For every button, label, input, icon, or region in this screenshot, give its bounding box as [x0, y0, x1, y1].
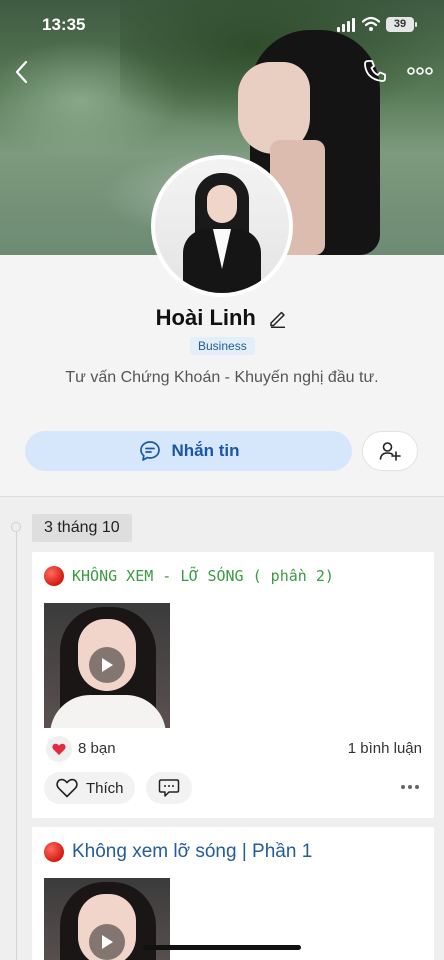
comment-button[interactable]	[146, 772, 192, 804]
status-time: 13:35	[42, 15, 86, 34]
timeline-date: 3 tháng 10	[32, 514, 132, 542]
like-button[interactable]: Thích	[44, 772, 135, 804]
like-button-label: Thích	[86, 779, 124, 797]
red-circle-icon	[44, 566, 64, 586]
post-title-row: Không xem lỡ sóng | Phần 1	[44, 841, 312, 863]
battery-indicator: 39	[386, 17, 417, 32]
heart-icon[interactable]	[46, 736, 72, 762]
profile-bio: Tư vấn Chứng Khoán - Khuyến nghị đầu tư.	[65, 369, 379, 386]
status-bar: 13:35 39	[0, 0, 444, 50]
home-indicator[interactable]	[143, 945, 301, 950]
post-title: KHÔNG XEM - LỠ SÓNG ( phần 2)	[72, 567, 334, 585]
comment-count[interactable]: 1 bình luận	[348, 740, 422, 757]
more-horizontal-icon[interactable]	[406, 62, 434, 80]
post-card[interactable]: Không xem lỡ sóng | Phần 1	[32, 827, 434, 960]
heart-outline-icon	[56, 778, 78, 798]
timeline-dot	[11, 522, 21, 532]
play-icon[interactable]	[89, 924, 125, 960]
message-button[interactable]: Nhắn tin	[25, 431, 352, 471]
pencil-icon[interactable]	[268, 308, 288, 328]
add-friend-button[interactable]	[362, 431, 418, 471]
avatar[interactable]	[151, 155, 293, 297]
message-button-label: Nhắn tin	[171, 441, 240, 460]
signal-icon	[337, 18, 357, 32]
profile-name: Hoài Linh	[155, 305, 256, 330]
video-thumbnail[interactable]	[44, 603, 170, 728]
play-icon[interactable]	[89, 647, 125, 683]
phone-icon[interactable]	[362, 58, 388, 84]
chevron-left-icon[interactable]	[10, 58, 34, 86]
reaction-count[interactable]: 8 bạn	[78, 740, 116, 757]
more-options-icon[interactable]	[400, 784, 420, 790]
timeline-line	[16, 527, 17, 960]
avatar-photo	[155, 159, 289, 293]
profile-name-row: Hoài Linh	[0, 305, 444, 331]
post-card[interactable]: KHÔNG XEM - LỠ SÓNG ( phần 2) 8 bạn 1 bì…	[32, 552, 434, 818]
section-divider	[0, 496, 444, 497]
comment-icon	[158, 779, 180, 797]
wifi-icon	[362, 16, 380, 31]
red-circle-icon	[44, 842, 64, 862]
business-badge: Business	[190, 337, 255, 355]
post-title: Không xem lỡ sóng | Phần 1	[72, 841, 313, 862]
reaction-row: 8 bạn 1 bình luận	[44, 736, 422, 762]
post-title-row: KHÔNG XEM - LỠ SÓNG ( phần 2)	[44, 566, 334, 586]
add-user-icon	[379, 442, 401, 461]
chat-bubble-icon	[139, 441, 160, 461]
